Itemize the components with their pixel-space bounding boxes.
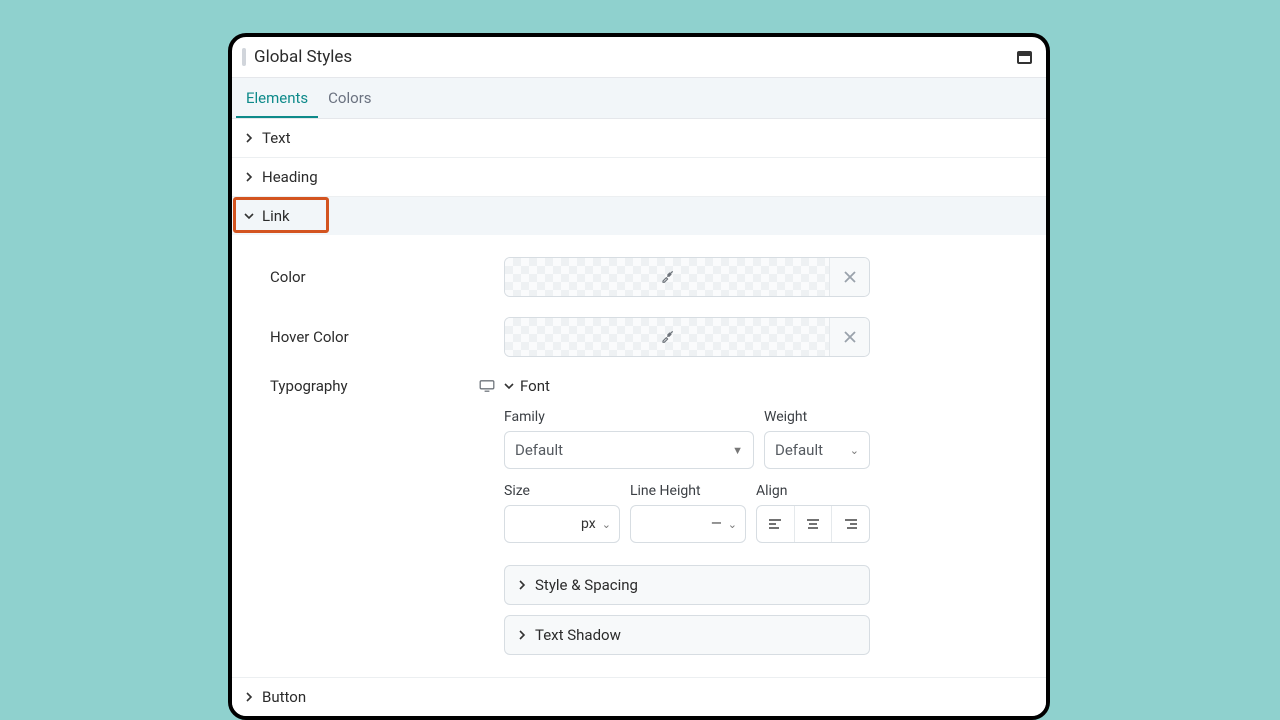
typography-label: Typography bbox=[270, 377, 348, 395]
chevron-right-icon bbox=[517, 630, 527, 640]
style-spacing-toggle[interactable]: Style & Spacing bbox=[504, 565, 870, 605]
caret-down-icon: ▼ bbox=[732, 444, 743, 457]
close-icon bbox=[843, 330, 857, 344]
eyedropper-icon bbox=[659, 329, 675, 345]
section-label: Link bbox=[262, 207, 290, 225]
align-left-button[interactable] bbox=[757, 506, 795, 542]
color-swatch[interactable] bbox=[505, 258, 829, 296]
family-value: Default bbox=[515, 441, 563, 459]
text-shadow-toggle[interactable]: Text Shadow bbox=[504, 615, 870, 655]
section-link[interactable]: Link bbox=[232, 197, 1046, 235]
tab-colors[interactable]: Colors bbox=[318, 78, 381, 118]
section-label: Heading bbox=[262, 168, 318, 186]
family-label: Family bbox=[504, 409, 754, 425]
align-group bbox=[756, 505, 870, 543]
drag-handle-icon[interactable] bbox=[242, 48, 246, 66]
tabs: Elements Colors bbox=[232, 78, 1046, 119]
style-spacing-label: Style & Spacing bbox=[535, 576, 638, 594]
align-left-icon bbox=[768, 518, 782, 530]
line-height-label: Line Height bbox=[630, 483, 746, 499]
link-settings: Color Hover Color bbox=[232, 235, 1046, 678]
chevron-down-icon bbox=[242, 209, 256, 223]
section-label: Text bbox=[262, 129, 291, 147]
font-toggle-label: Font bbox=[520, 377, 550, 395]
size-input[interactable]: px ⌄ bbox=[504, 505, 620, 543]
align-center-icon bbox=[806, 518, 820, 530]
hover-color-input[interactable] bbox=[504, 317, 870, 357]
chevron-right-icon bbox=[242, 690, 256, 704]
color-input[interactable] bbox=[504, 257, 870, 297]
chevron-down-icon bbox=[504, 381, 514, 391]
desktop-icon[interactable] bbox=[479, 379, 495, 393]
section-heading[interactable]: Heading bbox=[232, 158, 1046, 197]
align-label: Align bbox=[756, 483, 870, 499]
family-select[interactable]: Default ▼ bbox=[504, 431, 754, 469]
caret-down-icon: ⌄ bbox=[850, 444, 859, 457]
section-list: Text Heading Link Color bbox=[232, 119, 1046, 716]
text-shadow-label: Text Shadow bbox=[535, 626, 621, 644]
eyedropper-icon bbox=[659, 269, 675, 285]
clear-color-button[interactable] bbox=[829, 258, 869, 296]
panel-header: Global Styles bbox=[232, 37, 1046, 78]
chevron-right-icon bbox=[517, 580, 527, 590]
size-unit: px bbox=[581, 516, 596, 532]
hover-color-swatch[interactable] bbox=[505, 318, 829, 356]
align-center-button[interactable] bbox=[795, 506, 833, 542]
align-right-icon bbox=[844, 518, 858, 530]
panel-title: Global Styles bbox=[254, 47, 1017, 67]
weight-label: Weight bbox=[764, 409, 870, 425]
weight-select[interactable]: Default ⌄ bbox=[764, 431, 870, 469]
close-icon bbox=[843, 270, 857, 284]
size-label: Size bbox=[504, 483, 620, 499]
global-styles-panel: Global Styles Elements Colors Text Headi… bbox=[228, 33, 1050, 720]
line-height-unit: — bbox=[711, 516, 722, 532]
hover-color-label: Hover Color bbox=[270, 328, 470, 346]
color-label: Color bbox=[270, 268, 470, 286]
typography-controls: Font Family Default ▼ Weight bbox=[504, 377, 870, 655]
section-label: Button bbox=[262, 688, 306, 706]
clear-hover-color-button[interactable] bbox=[829, 318, 869, 356]
tab-elements[interactable]: Elements bbox=[236, 78, 318, 118]
popout-icon[interactable] bbox=[1017, 51, 1032, 64]
section-button[interactable]: Button bbox=[232, 678, 1046, 716]
field-hover-color: Hover Color bbox=[270, 317, 1026, 357]
section-text[interactable]: Text bbox=[232, 119, 1046, 158]
field-color: Color bbox=[270, 257, 1026, 297]
weight-value: Default bbox=[775, 441, 823, 459]
line-height-input[interactable]: — ⌄ bbox=[630, 505, 746, 543]
chevron-right-icon bbox=[242, 131, 256, 145]
font-section-toggle[interactable]: Font bbox=[504, 377, 870, 395]
field-typography: Typography Font Family bbox=[270, 377, 1026, 655]
caret-down-icon: ⌄ bbox=[602, 518, 611, 531]
align-right-button[interactable] bbox=[832, 506, 869, 542]
caret-down-icon: ⌄ bbox=[728, 518, 737, 531]
chevron-right-icon bbox=[242, 170, 256, 184]
